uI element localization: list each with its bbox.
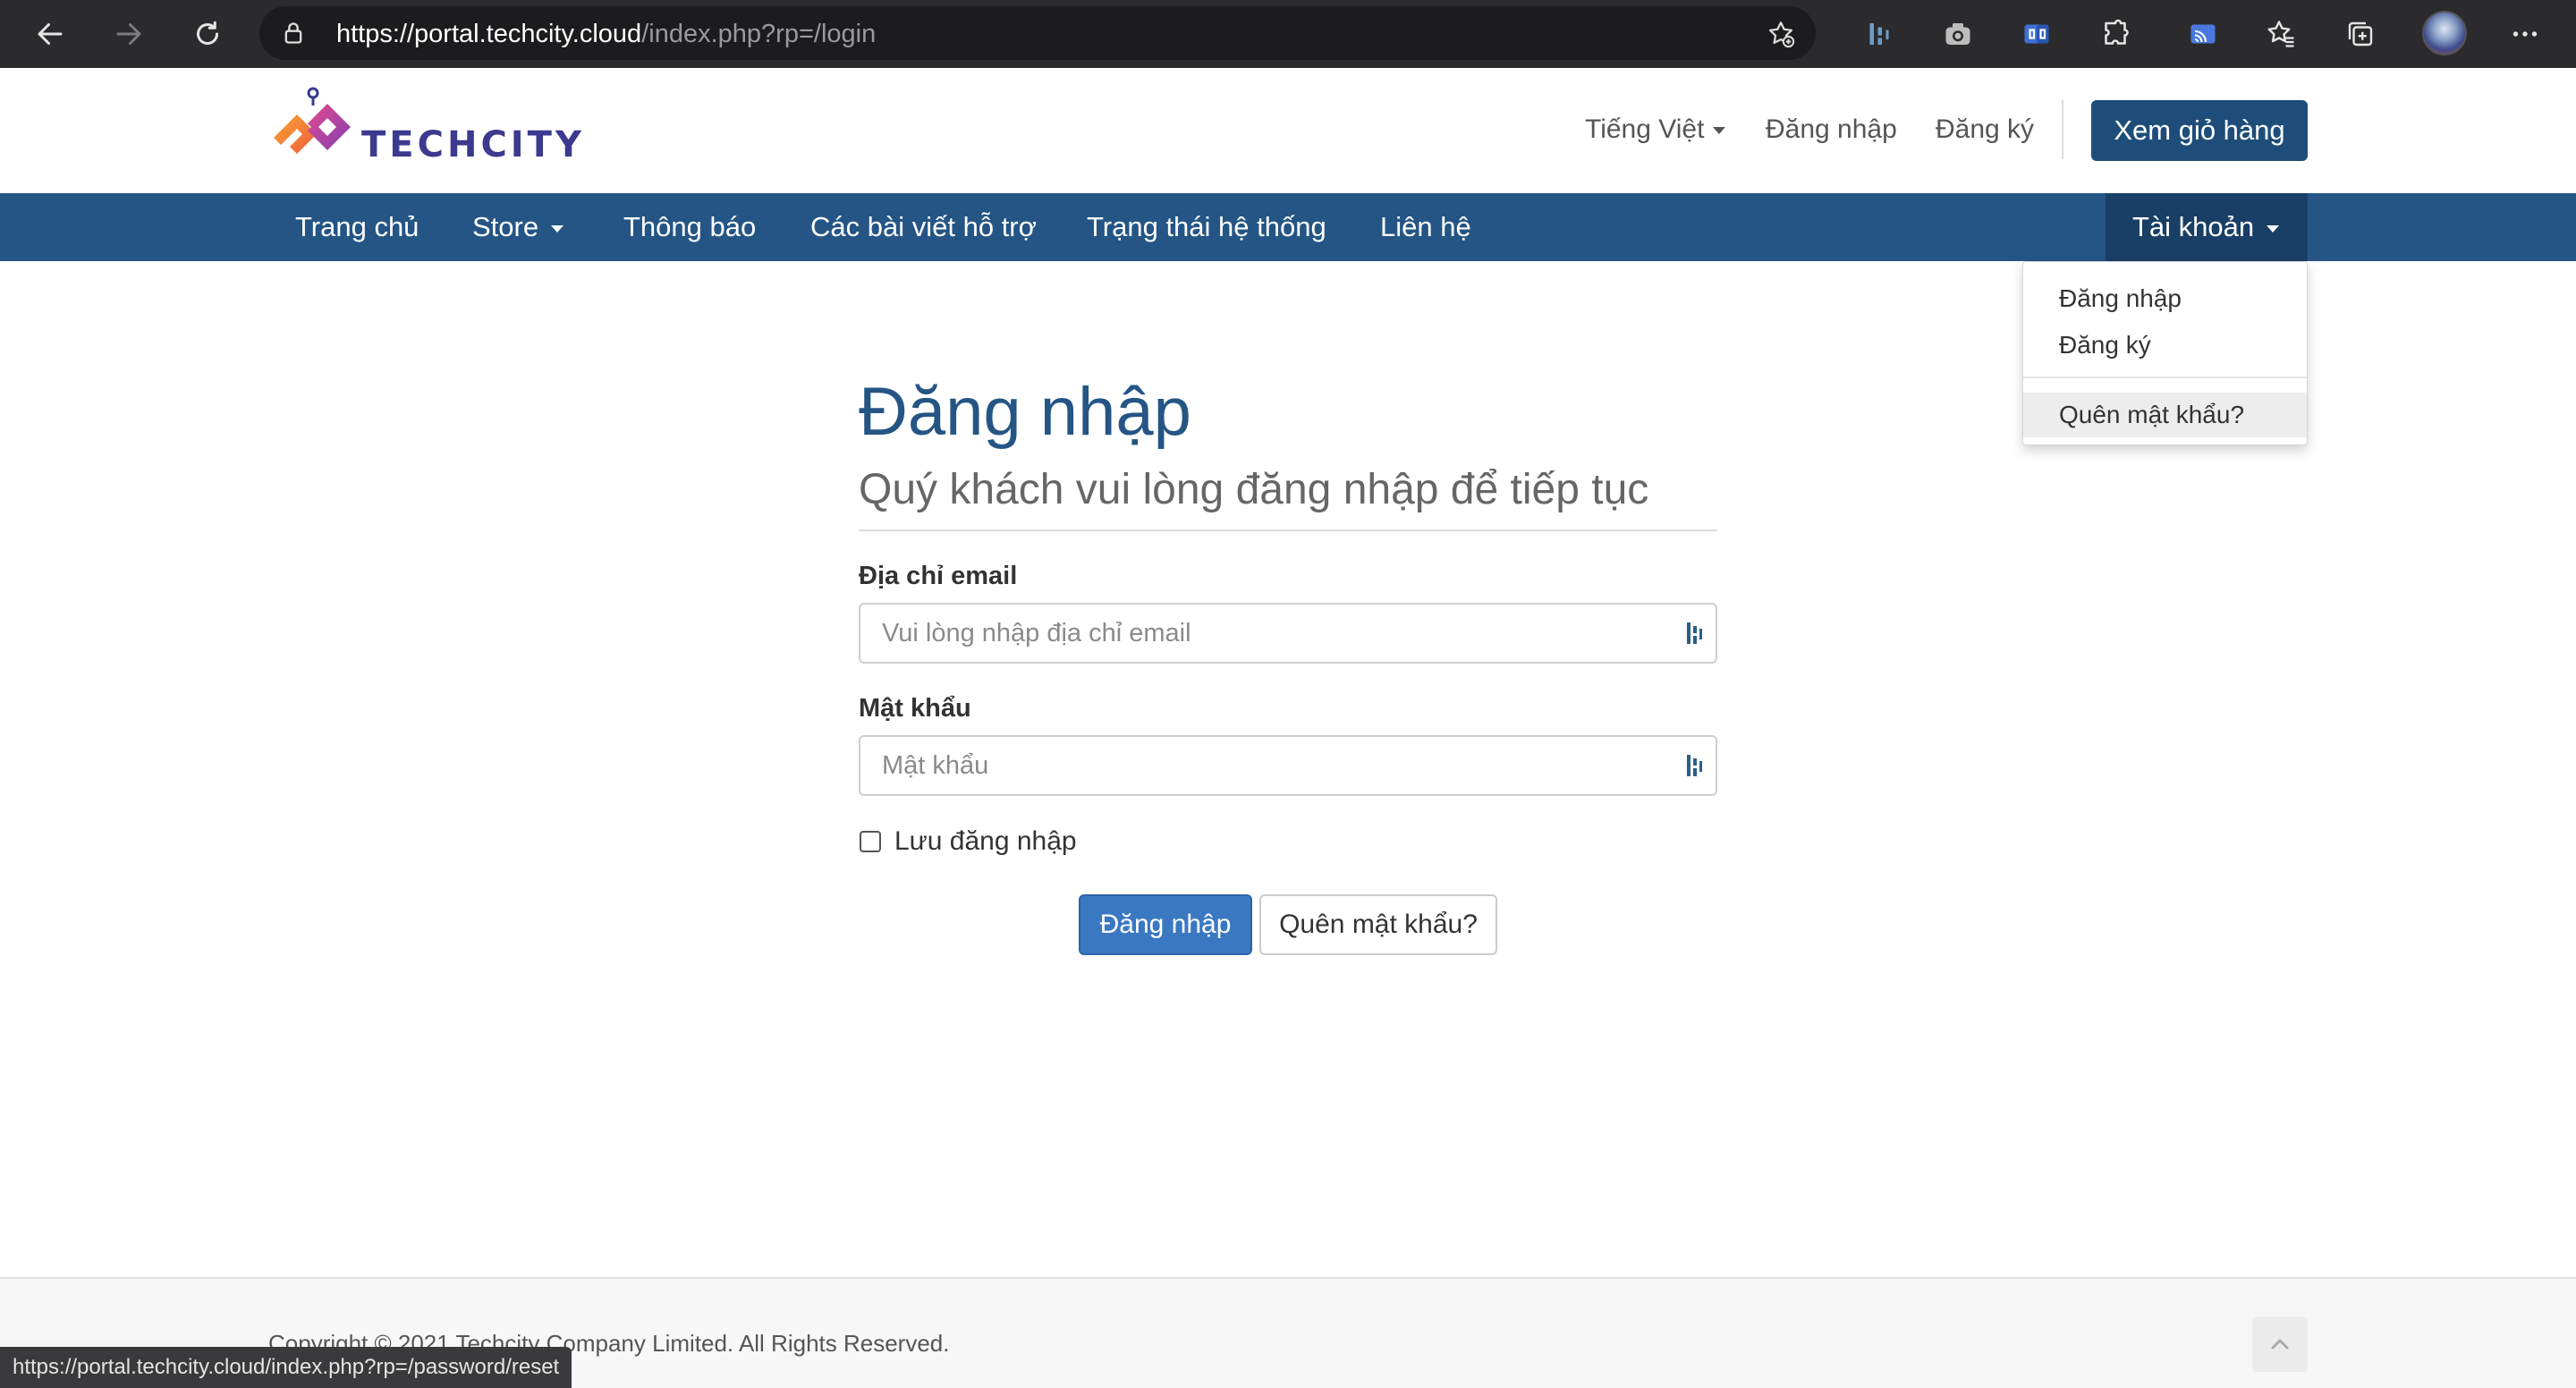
techcity-logo[interactable]: TECHCITY [265,86,581,175]
more-menu-icon[interactable] [2506,15,2544,53]
password-manager-field-icon[interactable] [1685,620,1707,647]
browser-toolbar: https://portal.techcity.cloud/index.php?… [0,0,2576,68]
password-label: Mật khẩu [859,694,971,723]
profile-avatar[interactable] [2422,11,2467,55]
password-input[interactable] [859,735,1717,796]
favorites-icon[interactable] [2263,15,2301,53]
header-register-link[interactable]: Đăng ký [1936,113,2034,147]
dropdown-item-register[interactable]: Đăng ký [2023,323,2307,368]
nav-item-announcements[interactable]: Thông báo [623,193,756,261]
chevron-up-icon [2271,1339,2289,1350]
logo-wordmark: TECHCITY [361,124,585,165]
password-manager-field-icon[interactable] [1685,752,1707,779]
header-divider [2062,100,2063,159]
remember-me-checkbox[interactable] [860,831,881,852]
cast-extension-icon[interactable] [2184,15,2222,53]
language-label: Tiếng Việt [1585,114,1705,144]
forward-icon[interactable] [104,9,154,59]
view-cart-button[interactable]: Xem giỏ hàng [2091,100,2308,161]
reload-icon[interactable] [182,9,233,59]
dropdown-item-login[interactable]: Đăng nhập [2023,276,2307,321]
browser-window: https://portal.techcity.cloud/index.php?… [0,0,2576,1388]
translate-extension-icon[interactable] [2018,15,2055,53]
email-label: Địa chỉ email [859,562,1018,590]
site-header: TECHCITY Tiếng Việt Đăng nhập Đăng ký Xe… [0,68,2576,193]
account-dropdown-menu: Đăng nhập Đăng ký Quên mật khẩu? [2022,261,2308,445]
nav-item-knowledgebase[interactable]: Các bài viết hỗ trợ [810,193,1037,261]
title-divider [859,529,1717,531]
dropdown-item-forgot-password[interactable]: Quên mật khẩu? [2023,393,2307,437]
login-submit-button[interactable]: Đăng nhập [1079,894,1252,955]
main-navbar: Trang chủ Store Thông báo Các bài viết h… [0,193,2576,261]
extensions-puzzle-icon[interactable] [2097,15,2134,53]
dropdown-divider [2023,377,2307,378]
language-selector[interactable]: Tiếng Việt [1585,113,1726,147]
email-input[interactable] [859,603,1717,664]
nav-store-label: Store [472,211,539,242]
nav-item-store[interactable]: Store [472,193,564,261]
camera-extension-icon[interactable] [1939,15,1977,53]
nav-item-account[interactable]: Tài khoản [2106,193,2308,261]
techcity-logo-mark-icon [274,87,351,154]
caret-down-icon [1713,127,1726,135]
caret-down-icon [551,224,564,233]
forgot-password-button[interactable]: Quên mật khẩu? [1259,894,1497,955]
back-to-top-button[interactable] [2252,1316,2308,1372]
page-subtitle: Quý khách vui lòng đăng nhập để tiếp tục [859,466,1649,513]
back-icon[interactable] [25,9,75,59]
nav-account-label: Tài khoản [2132,211,2255,242]
page-title: Đăng nhập [859,374,1191,450]
caret-down-icon [2267,224,2280,233]
browser-status-bar: https://portal.techcity.cloud/index.php?… [0,1347,572,1388]
lock-icon [284,22,302,44]
url-text: https://portal.techcity.cloud/index.php?… [336,20,877,48]
remember-me-label[interactable]: Lưu đăng nhập [894,825,1077,859]
address-bar[interactable]: https://portal.techcity.cloud/index.php?… [259,6,1816,60]
add-favorite-icon[interactable] [1766,19,1796,49]
nav-item-home[interactable]: Trang chủ [295,193,419,261]
header-login-link[interactable]: Đăng nhập [1766,113,1897,147]
nav-item-system-status[interactable]: Trạng thái hệ thống [1087,193,1326,261]
nav-item-contact[interactable]: Liên hệ [1380,193,1471,261]
password-manager-extension-icon[interactable] [1860,15,1898,53]
collections-icon[interactable] [2342,15,2379,53]
